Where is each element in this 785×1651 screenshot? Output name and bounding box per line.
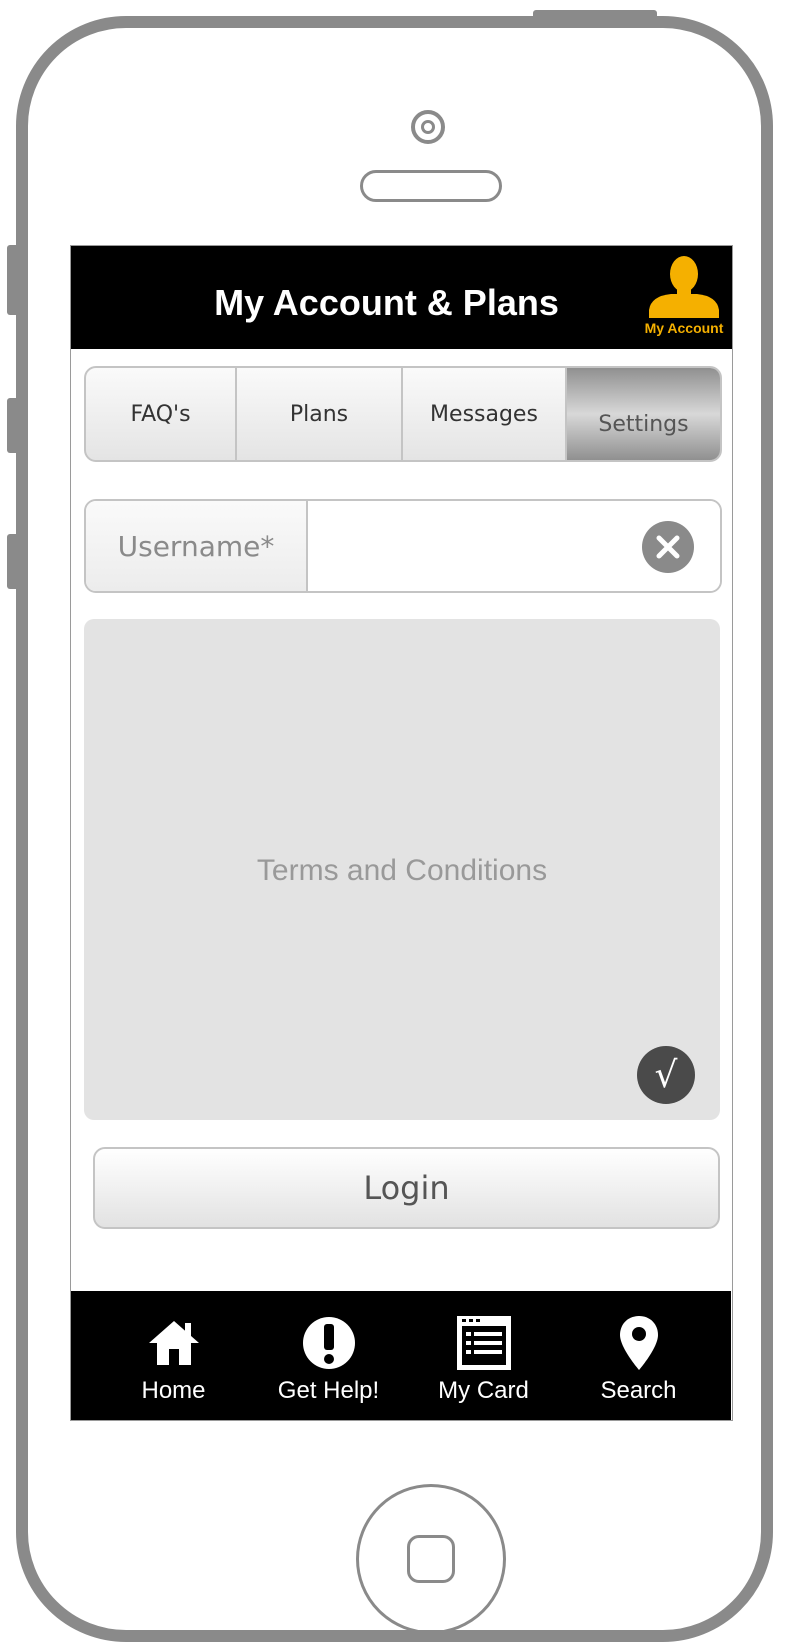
page-title: My Account & Plans [214, 282, 559, 323]
nav-label: Home [141, 1377, 206, 1404]
terms-label: Terms and Conditions [256, 854, 548, 887]
nav-item-home[interactable]: Home [96, 1291, 251, 1420]
my-account-button[interactable]: My Account [644, 254, 724, 344]
nav-label: My Card [438, 1377, 529, 1404]
volume-down-hardware-button [7, 534, 19, 589]
username-label: Username* [86, 501, 308, 591]
user-silhouette-icon [649, 256, 719, 318]
clear-button[interactable] [642, 521, 694, 573]
close-icon [656, 535, 680, 559]
mute-switch [7, 245, 19, 315]
card-icon [456, 1316, 511, 1370]
tab-settings[interactable]: Settings [567, 368, 720, 460]
tab-messages[interactable]: Messages [403, 368, 567, 460]
volume-up-hardware-button [7, 398, 19, 453]
accept-check-button[interactable]: √ [637, 1046, 695, 1104]
login-button[interactable]: Login [93, 1147, 720, 1229]
segmented-tabs: FAQ's Plans Messages Settings [84, 366, 722, 462]
bottom-nav: Home Get Help! My Card Search [71, 1291, 731, 1420]
tab-faqs[interactable]: FAQ's [86, 368, 237, 460]
nav-item-my-card[interactable]: My Card [406, 1291, 561, 1420]
checkmark-icon: √ [654, 1054, 678, 1096]
nav-item-get-help[interactable]: Get Help! [251, 1291, 406, 1420]
username-field: Username* [84, 499, 722, 593]
alert-icon [302, 1317, 355, 1369]
app-screen: My Account & Plans My Account FAQ's Plan… [70, 245, 733, 1421]
power-hardware-button [533, 10, 657, 22]
map-pin-icon [619, 1316, 658, 1370]
home-icon [148, 1321, 199, 1365]
nav-label: Search [600, 1377, 677, 1404]
home-hardware-button[interactable] [356, 1484, 506, 1634]
nav-label: Get Help! [277, 1377, 380, 1404]
tab-plans[interactable]: Plans [237, 368, 403, 460]
camera-icon [411, 110, 445, 144]
my-account-label: My Account [644, 320, 724, 336]
app-header: My Account & Plans My Account [71, 246, 732, 349]
speaker-grille [360, 170, 502, 202]
nav-item-search[interactable]: Search [561, 1291, 716, 1420]
terms-panel[interactable]: Terms and Conditions √ [84, 619, 720, 1120]
